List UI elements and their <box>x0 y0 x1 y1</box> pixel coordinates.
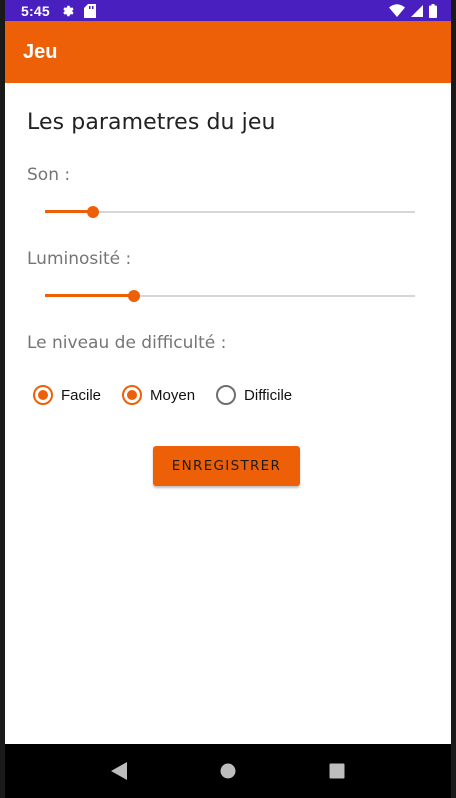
home-icon[interactable] <box>208 751 248 791</box>
brightness-slider[interactable] <box>45 284 415 308</box>
status-time: 5:45 <box>21 2 50 19</box>
brightness-label: Luminosité : <box>27 249 132 269</box>
navigation-bar <box>5 744 451 798</box>
radio-facile[interactable]: Facile <box>33 385 101 405</box>
settings-content: Les parametres du jeu Son : Luminosité :… <box>5 83 451 744</box>
difficulty-label: Le niveau de difficulté : <box>27 333 227 353</box>
phone-screen: 5:45 Jeu Les parametres du jeu Son : Lum… <box>0 0 456 798</box>
back-icon[interactable] <box>99 751 139 791</box>
radio-label: Moyen <box>150 386 196 404</box>
status-bar: 5:45 <box>5 0 451 21</box>
radio-difficile[interactable]: Difficile <box>216 385 292 405</box>
cellular-icon <box>411 4 423 17</box>
sound-label: Son : <box>27 165 71 185</box>
battery-icon <box>429 3 437 18</box>
radio-button-icon[interactable] <box>122 385 143 405</box>
slider-track <box>45 211 415 213</box>
gear-icon <box>60 4 74 18</box>
recents-icon[interactable] <box>317 751 357 791</box>
slider-thumb[interactable] <box>87 206 100 218</box>
app-bar: Jeu <box>5 21 451 83</box>
radio-moyen[interactable]: Moyen <box>122 385 195 405</box>
slider-thumb[interactable] <box>127 290 140 302</box>
radio-label: Difficile <box>244 386 293 404</box>
radio-label: Facile <box>61 386 102 404</box>
sound-slider[interactable] <box>45 200 415 224</box>
sd-card-icon <box>83 3 96 18</box>
difficulty-radio-group: Facile Moyen Difficile <box>33 385 313 405</box>
slider-track-fill <box>45 294 134 297</box>
radio-button-icon[interactable] <box>33 385 53 405</box>
save-button[interactable]: ENREGISTRER <box>153 446 300 486</box>
page-title: Les parametres du jeu <box>27 110 276 135</box>
wifi-icon <box>389 4 405 17</box>
slider-track-fill <box>45 210 94 213</box>
radio-button-icon[interactable] <box>216 385 237 405</box>
app-title: Jeu <box>23 40 58 63</box>
